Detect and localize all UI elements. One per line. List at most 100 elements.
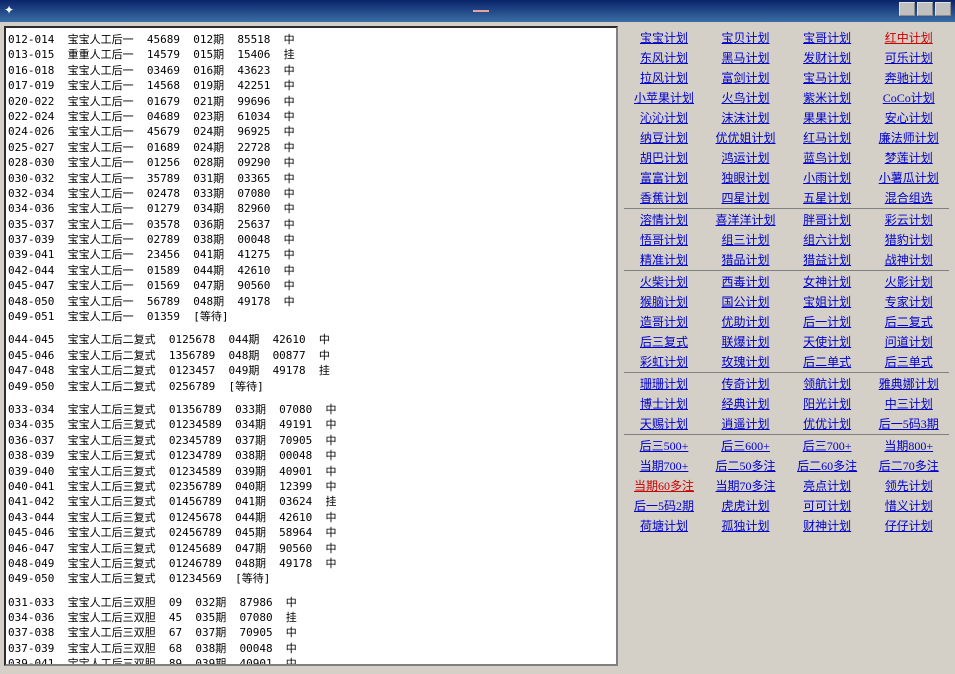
plan-link[interactable]: 优助计划 (705, 312, 786, 331)
plan-link[interactable]: 后三复式 (624, 332, 705, 351)
plan-link[interactable]: 后二单式 (787, 352, 868, 371)
plan-link[interactable]: 逍遥计划 (705, 414, 786, 433)
plan-link[interactable]: 联爆计划 (705, 332, 786, 351)
plan-link[interactable]: 混合组选 (868, 188, 949, 207)
plan-link[interactable]: 猎品计划 (705, 250, 786, 269)
plan-link[interactable]: 彩虹计划 (624, 352, 705, 371)
plan-link[interactable]: 小薯瓜计划 (868, 168, 949, 187)
plan-link[interactable]: 小雨计划 (787, 168, 868, 187)
plan-link[interactable]: 后三单式 (868, 352, 949, 371)
plan-link[interactable]: 五星计划 (787, 188, 868, 207)
plan-link[interactable]: 四星计划 (705, 188, 786, 207)
plan-link[interactable]: 火鸟计划 (705, 88, 786, 107)
plan-link[interactable]: 天赐计划 (624, 414, 705, 433)
plan-link[interactable]: 富富计划 (624, 168, 705, 187)
plan-link[interactable]: 后三600+ (705, 436, 786, 455)
plan-link[interactable]: 中三计划 (868, 394, 949, 413)
plan-link[interactable]: 虎虎计划 (705, 496, 786, 515)
plan-link[interactable]: 经典计划 (705, 394, 786, 413)
plan-link[interactable]: 沁沁计划 (624, 108, 705, 127)
plan-link[interactable]: 后一计划 (787, 312, 868, 331)
plan-link[interactable]: 紫米计划 (787, 88, 868, 107)
plan-link[interactable]: 火柴计划 (624, 272, 705, 291)
plan-link[interactable]: 惜义计划 (868, 496, 949, 515)
plan-link[interactable]: 宝哥计划 (787, 28, 868, 47)
plan-link[interactable]: 后二50多注 (705, 456, 786, 475)
plan-link[interactable]: 猎豹计划 (868, 230, 949, 249)
plan-link[interactable]: 黑马计划 (705, 48, 786, 67)
right-scrollable[interactable]: 宝宝计划宝贝计划宝哥计划红中计划东风计划黑马计划发财计划可乐计划拉风计划富剑计划… (622, 26, 951, 670)
plan-link[interactable]: 鸿运计划 (705, 148, 786, 167)
plan-link[interactable]: 梦莲计划 (868, 148, 949, 167)
plan-link[interactable]: 悟哥计划 (624, 230, 705, 249)
plan-link[interactable]: 后二复式 (868, 312, 949, 331)
plan-link[interactable]: 传奇计划 (705, 374, 786, 393)
plan-link[interactable]: 亮点计划 (787, 476, 868, 495)
plan-link[interactable]: 火影计划 (868, 272, 949, 291)
plan-link[interactable]: 胡巴计划 (624, 148, 705, 167)
plan-link[interactable]: CoCo计划 (868, 88, 949, 107)
plan-link[interactable]: 可乐计划 (868, 48, 949, 67)
plan-link[interactable]: 当期60多注 (624, 476, 705, 495)
plan-link[interactable]: 玫瑰计划 (705, 352, 786, 371)
plan-link[interactable]: 造哥计划 (624, 312, 705, 331)
plan-link[interactable]: 荷塘计划 (624, 516, 705, 535)
plan-link[interactable]: 宝贝计划 (705, 28, 786, 47)
plan-link[interactable]: 后三500+ (624, 436, 705, 455)
plan-link[interactable]: 宝马计划 (787, 68, 868, 87)
plan-link[interactable]: 优优姐计划 (705, 128, 786, 147)
plan-link[interactable]: 当期800+ (868, 436, 949, 455)
plan-link[interactable]: 红中计划 (868, 28, 949, 47)
plan-link[interactable]: 领航计划 (787, 374, 868, 393)
plan-link[interactable]: 独眼计划 (705, 168, 786, 187)
plan-link[interactable]: 国公计划 (705, 292, 786, 311)
plan-link[interactable]: 胖哥计划 (787, 210, 868, 229)
plan-link[interactable]: 猴脑计划 (624, 292, 705, 311)
plan-link[interactable]: 可可计划 (787, 496, 868, 515)
close-button[interactable] (935, 2, 951, 16)
plan-link[interactable]: 组六计划 (787, 230, 868, 249)
plan-link[interactable]: 沫沫计划 (705, 108, 786, 127)
plan-link[interactable]: 后一5码2期 (624, 496, 705, 515)
plan-link[interactable]: 纳豆计划 (624, 128, 705, 147)
plan-link[interactable]: 小苹果计划 (624, 88, 705, 107)
plan-link[interactable]: 优优计划 (787, 414, 868, 433)
plan-link[interactable]: 安心计划 (868, 108, 949, 127)
plan-link[interactable]: 西毒计划 (705, 272, 786, 291)
minimize-button[interactable] (899, 2, 915, 16)
plan-link[interactable]: 宝宝计划 (624, 28, 705, 47)
plan-link[interactable]: 溶情计划 (624, 210, 705, 229)
plan-link[interactable]: 后一5码3期 (868, 414, 949, 433)
plan-link[interactable]: 珊珊计划 (624, 374, 705, 393)
plan-link[interactable]: 女神计划 (787, 272, 868, 291)
plan-link[interactable]: 战神计划 (868, 250, 949, 269)
plan-link[interactable]: 财神计划 (787, 516, 868, 535)
plan-link[interactable]: 东风计划 (624, 48, 705, 67)
plan-link[interactable]: 后二60多注 (787, 456, 868, 475)
plan-link[interactable]: 喜洋洋计划 (705, 210, 786, 229)
plan-link[interactable]: 香蕉计划 (624, 188, 705, 207)
plan-link[interactable]: 红马计划 (787, 128, 868, 147)
plan-link[interactable]: 领先计划 (868, 476, 949, 495)
plan-link[interactable]: 仔仔计划 (868, 516, 949, 535)
plan-link[interactable]: 彩云计划 (868, 210, 949, 229)
plan-link[interactable]: 当期700+ (624, 456, 705, 475)
plan-link[interactable]: 当期70多注 (705, 476, 786, 495)
plan-link[interactable]: 组三计划 (705, 230, 786, 249)
plan-link[interactable]: 专家计划 (868, 292, 949, 311)
maximize-button[interactable] (917, 2, 933, 16)
plan-link[interactable]: 果果计划 (787, 108, 868, 127)
plan-link[interactable]: 问道计划 (868, 332, 949, 351)
plan-link[interactable]: 阳光计划 (787, 394, 868, 413)
content-scroll[interactable]: 012-014 宝宝人工后一 45689 012期 85518 中013-015… (6, 28, 616, 664)
plan-link[interactable]: 天使计划 (787, 332, 868, 351)
plan-link[interactable]: 后二70多注 (868, 456, 949, 475)
plan-link[interactable]: 蓝鸟计划 (787, 148, 868, 167)
plan-link[interactable]: 博士计划 (624, 394, 705, 413)
plan-link[interactable]: 宝姐计划 (787, 292, 868, 311)
plan-link[interactable]: 后三700+ (787, 436, 868, 455)
plan-link[interactable]: 廉法师计划 (868, 128, 949, 147)
plan-link[interactable]: 精准计划 (624, 250, 705, 269)
plan-link[interactable]: 奔驰计划 (868, 68, 949, 87)
plan-link[interactable]: 孤独计划 (705, 516, 786, 535)
